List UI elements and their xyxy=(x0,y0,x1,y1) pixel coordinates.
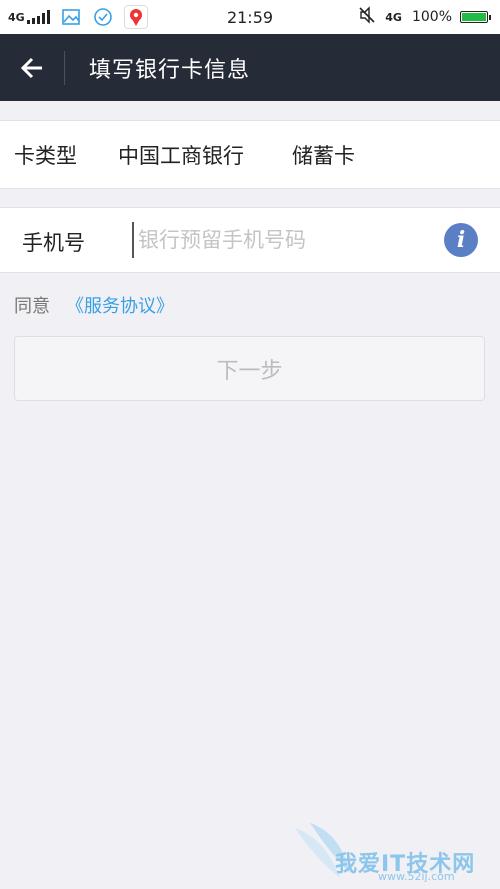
phone-input[interactable] xyxy=(132,222,428,258)
card-type-label: 卡类型 xyxy=(14,143,77,168)
mute-icon xyxy=(357,5,377,29)
battery-icon xyxy=(460,11,491,23)
bank-name: 中国工商银行 xyxy=(118,143,244,168)
status-bar: 4G 21:59 4G 100% xyxy=(0,0,500,34)
back-button[interactable] xyxy=(0,34,64,101)
next-step-button[interactable]: 下一步 xyxy=(14,336,485,401)
network-type-right: 4G xyxy=(385,10,402,24)
card-type-row: 卡类型 中国工商银行 储蓄卡 xyxy=(0,120,500,189)
battery-percent: 100% xyxy=(411,9,452,25)
app-header: 填写银行卡信息 xyxy=(0,34,500,101)
phone-row: 手机号 xyxy=(0,207,500,273)
phone-label: 手机号 xyxy=(22,231,85,255)
service-agreement-link[interactable]: 《服务协议》 xyxy=(66,292,174,318)
agreement-prefix: 同意 xyxy=(14,296,50,317)
page-title: 填写银行卡信息 xyxy=(89,57,251,83)
status-right: 4G 100% xyxy=(357,0,491,34)
watermark-sub: www.52ij.com xyxy=(378,870,455,883)
info-icon[interactable]: i xyxy=(444,223,478,257)
card-type-value: 储蓄卡 xyxy=(292,143,355,168)
back-arrow-icon xyxy=(20,57,42,78)
header-divider xyxy=(64,50,65,85)
